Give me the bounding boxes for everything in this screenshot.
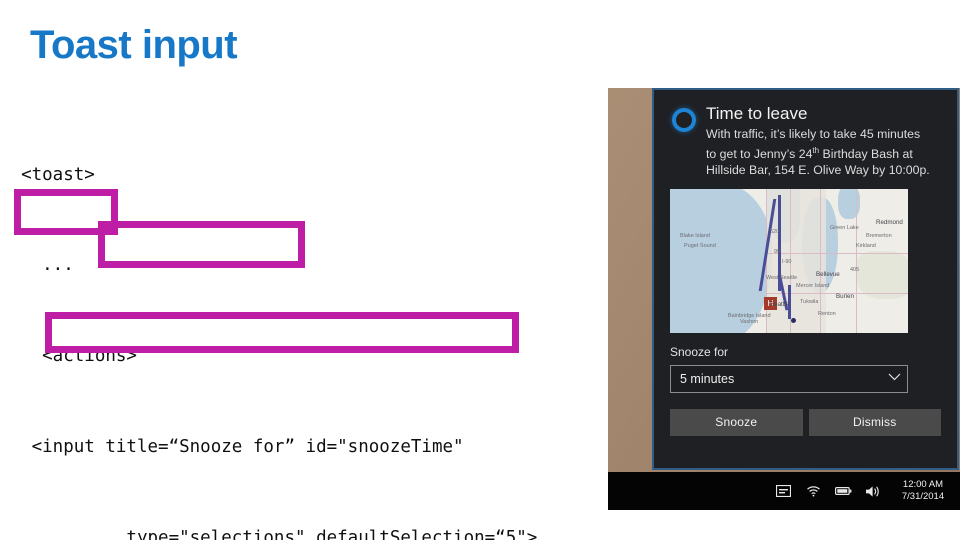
toast-notification[interactable]: Time to leave With traffic, it’s likely … bbox=[652, 88, 959, 470]
volume-icon[interactable] bbox=[858, 472, 888, 510]
action-center-icon[interactable] bbox=[768, 472, 798, 510]
clock-time: 12:00 AM bbox=[902, 479, 944, 490]
toast-body-line-3: Hillside Bar, 154 E. Olive Way by 10:00p… bbox=[706, 163, 930, 178]
map-label: Redmond bbox=[876, 218, 903, 226]
map-label: Blake Island bbox=[680, 232, 710, 239]
map-label: Vashon bbox=[740, 318, 759, 325]
wifi-icon[interactable] bbox=[798, 472, 828, 510]
highlight-box-input-tag bbox=[14, 189, 118, 235]
clock-date: 7/31/2014 bbox=[901, 491, 945, 502]
battery-icon[interactable] bbox=[828, 472, 858, 510]
slide-canvas: Toast input <toast> ... <actions> <input… bbox=[0, 0, 960, 540]
toast-text-group: Time to leave With traffic, it’s likely … bbox=[706, 104, 941, 179]
map-label: Bellevue bbox=[816, 270, 840, 278]
snooze-for-label: Snooze for bbox=[670, 344, 729, 359]
map-water-puget-sound bbox=[670, 188, 772, 333]
map-label: Kirkland bbox=[856, 242, 876, 249]
map-label: Seattle bbox=[770, 300, 790, 308]
map-road bbox=[856, 188, 857, 333]
map-label: Puget Sound bbox=[684, 242, 716, 249]
page-title: Toast input bbox=[30, 23, 238, 67]
toast-body-line-2: to get to Jenny’s 24th Birthday Bash at bbox=[706, 143, 941, 163]
desktop-screenshot: Time to leave With traffic, it’s likely … bbox=[608, 88, 960, 510]
toast-body-line-2-pre: to get to Jenny’s 24 bbox=[706, 146, 813, 161]
toast-map-image: H Seattle Green Lake Bellevue Redmond Ki… bbox=[670, 188, 908, 333]
map-label: 405 bbox=[850, 266, 860, 273]
map-label: Renton bbox=[818, 310, 836, 317]
map-label: Bremerton bbox=[866, 232, 892, 239]
toast-title: Time to leave bbox=[706, 104, 808, 123]
map-label: Mercer Island bbox=[796, 282, 830, 289]
windows-taskbar: 12:00 AM 7/31/2014 bbox=[608, 472, 960, 510]
map-road bbox=[766, 252, 908, 254]
taskbar-clock[interactable]: 12:00 AM 7/31/2014 bbox=[888, 479, 954, 503]
map-label: I-90 bbox=[782, 258, 792, 265]
snooze-time-select[interactable]: 5 minutes bbox=[670, 364, 908, 393]
cortana-ring-icon bbox=[672, 108, 696, 132]
map-label: Tukwila bbox=[800, 298, 819, 305]
code-line: type="selections" defaultSelection=“5"> bbox=[0, 528, 538, 540]
highlight-box-selection-20 bbox=[45, 312, 519, 353]
map-green-area bbox=[856, 250, 908, 299]
highlight-box-type-selections bbox=[98, 221, 305, 268]
map-origin-dot bbox=[791, 317, 796, 323]
snooze-time-value: 5 minutes bbox=[680, 371, 735, 386]
code-line: <toast> bbox=[0, 164, 95, 185]
toast-body-line-2-post: Birthday Bash at bbox=[819, 146, 913, 161]
chevron-down-icon[interactable] bbox=[881, 373, 907, 384]
map-label: Green Lake bbox=[830, 224, 859, 231]
map-urban-area bbox=[766, 188, 826, 333]
map-label: 99 bbox=[774, 248, 781, 255]
dismiss-button[interactable]: Dismiss bbox=[808, 408, 941, 436]
snooze-button[interactable]: Snooze bbox=[670, 408, 803, 436]
map-label: 520 bbox=[770, 228, 780, 235]
toast-header: Time to leave With traffic, it’s likely … bbox=[670, 104, 941, 179]
toast-body-line-1: With traffic, it’s likely to take 45 min… bbox=[706, 127, 921, 141]
map-label: West Seattle bbox=[766, 274, 798, 281]
toast-body: With traffic, it’s likely to take 45 min… bbox=[706, 126, 941, 179]
toast-action-buttons: Snooze Dismiss bbox=[670, 408, 941, 436]
map-label: Burien bbox=[836, 292, 854, 300]
code-line: <input title=“Snooze for” id="snoozeTime… bbox=[0, 437, 464, 458]
